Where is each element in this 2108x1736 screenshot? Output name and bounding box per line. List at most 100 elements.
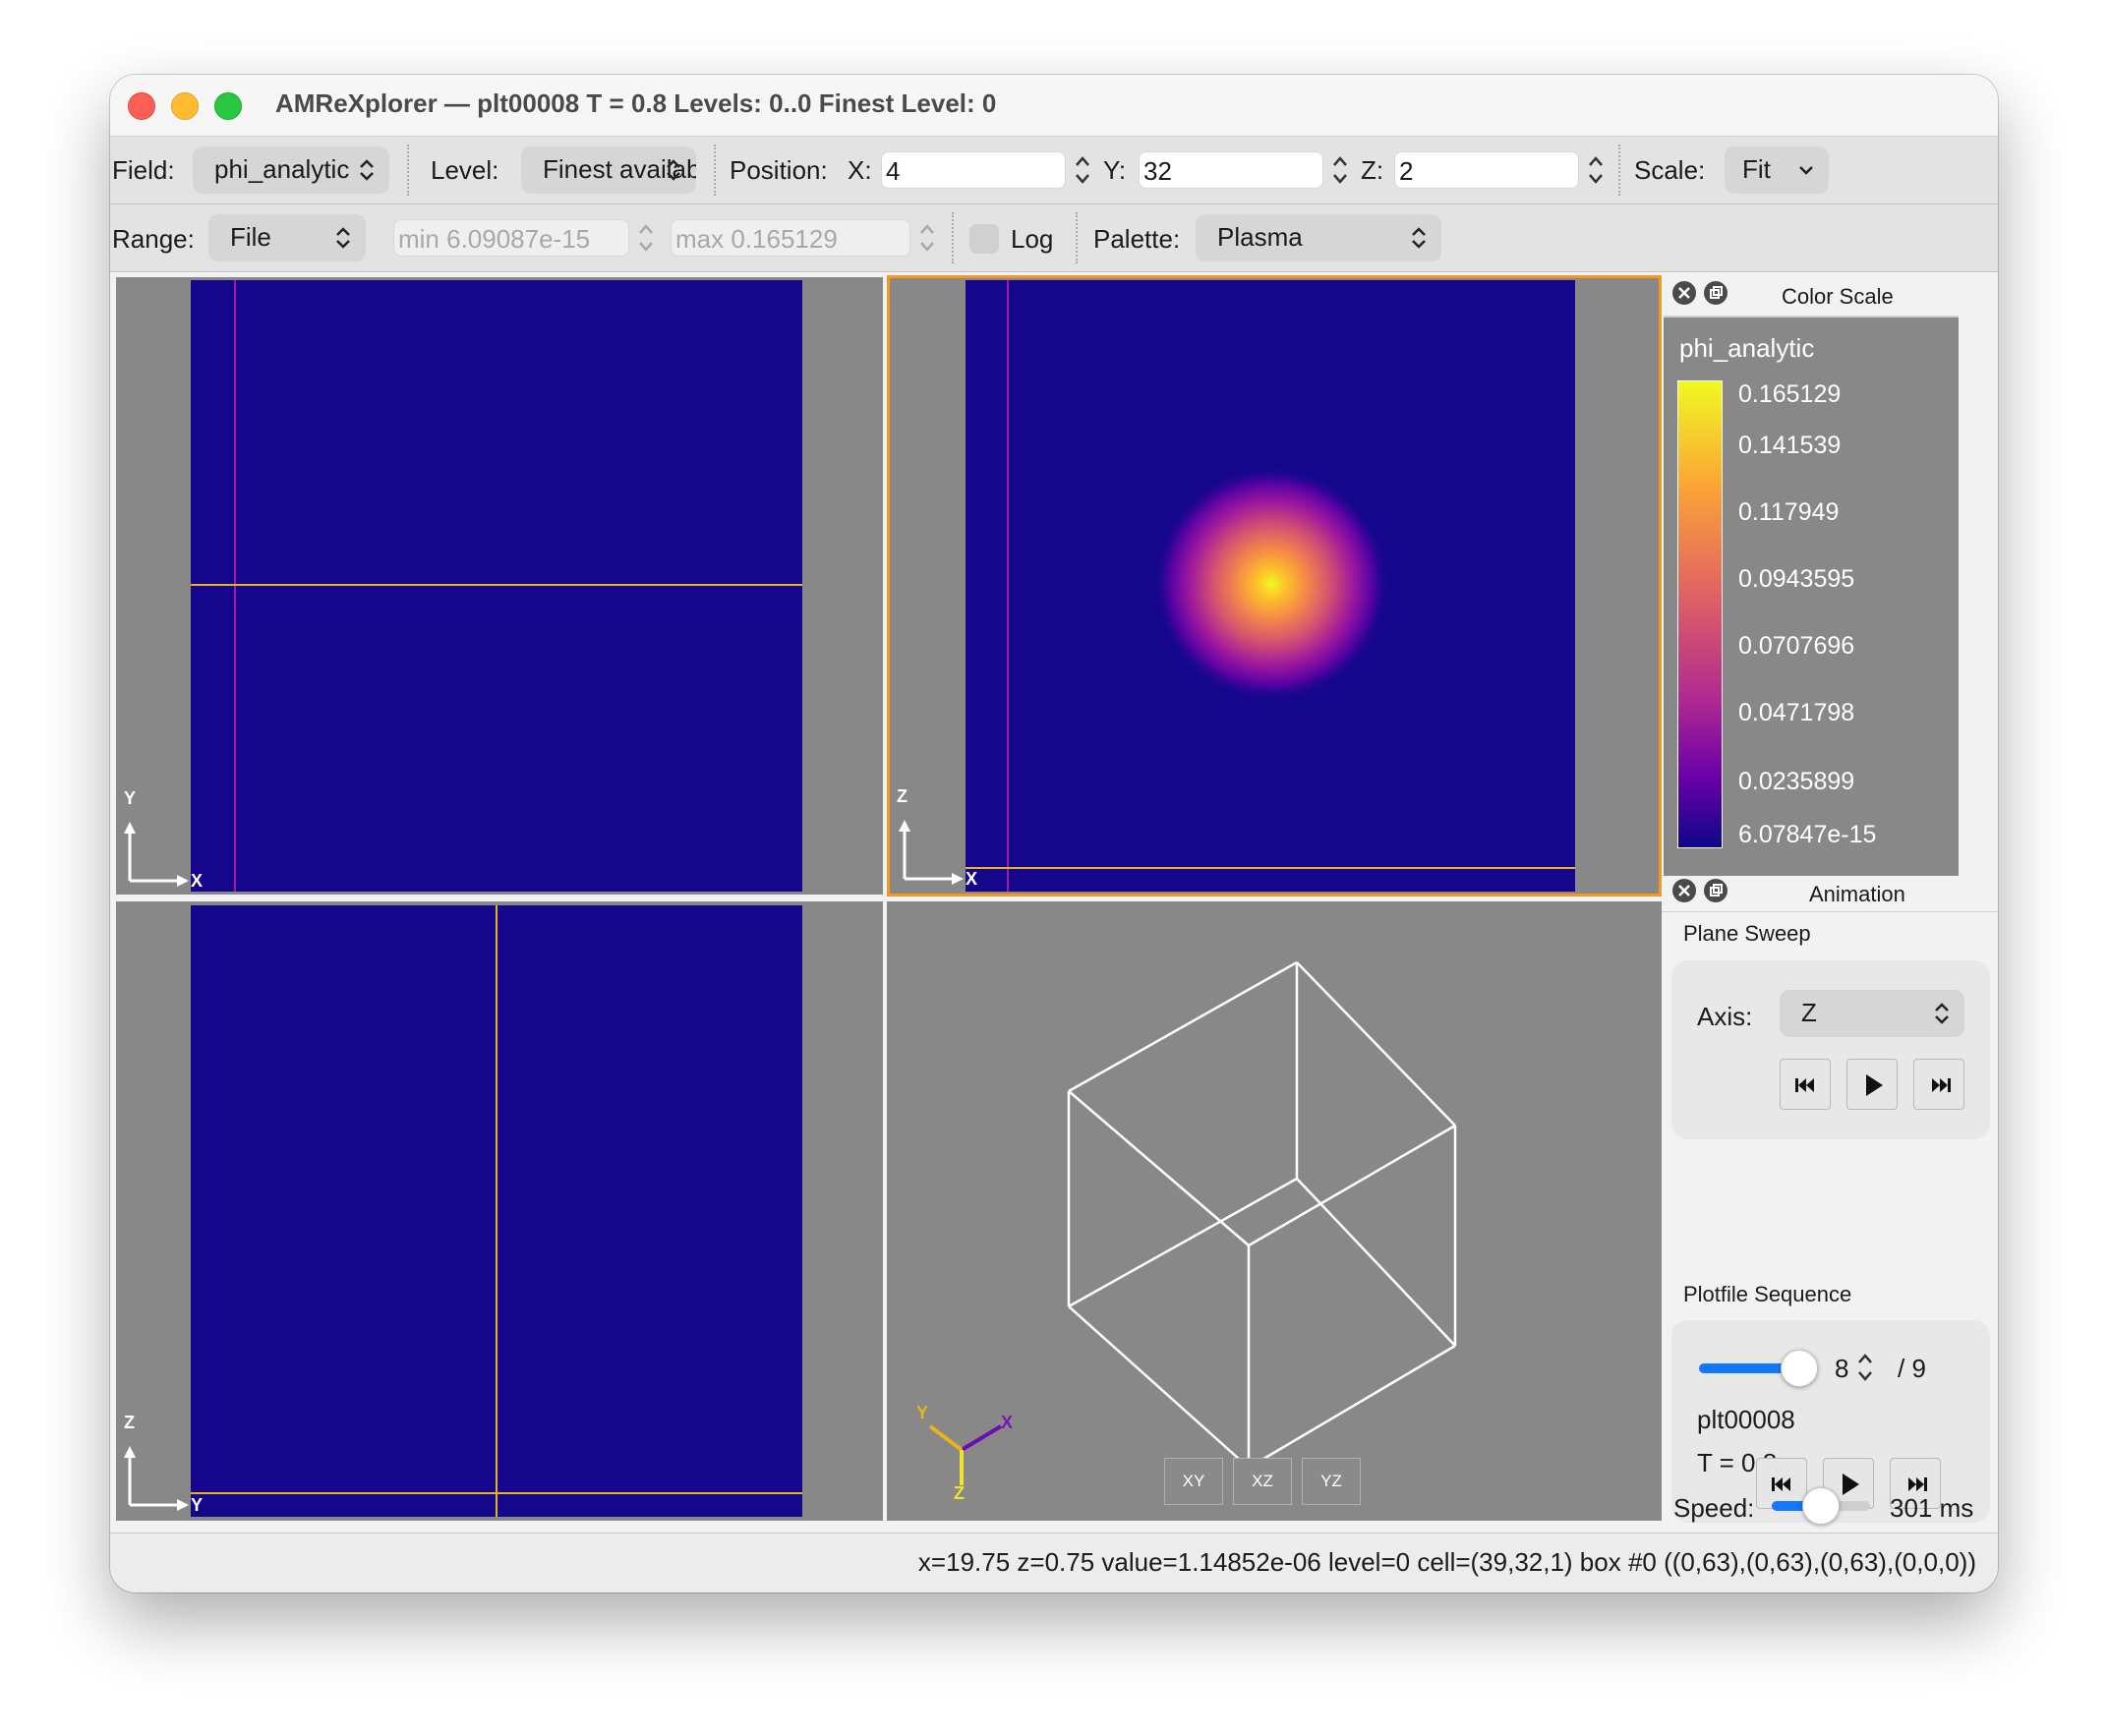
- x-position-line: [234, 280, 236, 892]
- position-z-input[interactable]: 2: [1394, 151, 1579, 189]
- minimize-window-button[interactable]: [171, 92, 199, 120]
- axis-label: Axis:: [1697, 1002, 1753, 1031]
- z-label: Z:: [1361, 155, 1384, 185]
- toolbar-separator: [952, 212, 954, 263]
- app-window: AMReXplorer — plt00008 T = 0.8 Levels: 0…: [110, 75, 1998, 1592]
- status-text: x=19.75 z=0.75 value=1.14852e-06 level=0…: [917, 1547, 1976, 1577]
- range-label: Range:: [112, 224, 195, 254]
- x-axis-label: X: [966, 869, 978, 889]
- color-bar: [1677, 380, 1723, 848]
- color-scale-dock-title: Color Scale: [1782, 284, 1894, 309]
- position-x-input[interactable]: 4: [881, 151, 1066, 189]
- plotfile-index-value[interactable]: 8: [1835, 1354, 1848, 1384]
- xz-slice-view[interactable]: Z X: [887, 275, 1662, 897]
- play-icon: [1866, 1074, 1883, 1096]
- sweep-skip-back-button[interactable]: [1780, 1059, 1831, 1110]
- palette-select-value: Plasma: [1217, 222, 1303, 252]
- z-stepper[interactable]: [1585, 150, 1607, 190]
- range-select[interactable]: File: [208, 214, 366, 261]
- xy-slice-view[interactable]: Y X: [116, 277, 883, 895]
- speed-label: Speed:: [1673, 1493, 1755, 1523]
- field-select[interactable]: phi_analytic: [193, 146, 389, 194]
- chevron-updown-icon: [360, 159, 374, 181]
- min-stepper[interactable]: [635, 218, 657, 258]
- color-scale-panel: phi_analytic 0.165129 0.141539 0.117949 …: [1664, 316, 1959, 876]
- max-stepper[interactable]: [916, 218, 938, 258]
- scale-select[interactable]: Fit: [1725, 146, 1829, 194]
- plotfile-sequence-label: Plotfile Sequence: [1683, 1282, 1852, 1306]
- x-position-line: [1007, 280, 1009, 892]
- log-checkbox[interactable]: [969, 224, 999, 254]
- range-min-input[interactable]: min 6.09087e-15: [393, 219, 629, 257]
- float-dock-icon[interactable]: [1703, 280, 1728, 306]
- yz-slice-view[interactable]: Z Y: [116, 901, 883, 1521]
- level-select[interactable]: Finest availabl: [521, 146, 696, 194]
- animation-dock-title: Animation: [1809, 882, 1905, 906]
- zoom-window-button[interactable]: [214, 92, 242, 120]
- plane-sweep-label: Plane Sweep: [1683, 921, 1811, 946]
- speed-value: 301 ms: [1890, 1493, 1974, 1523]
- level-label: Level:: [431, 155, 499, 185]
- yz-field-plot[interactable]: [191, 905, 802, 1517]
- y-crosshair-line: [191, 584, 802, 586]
- skip-back-icon: [1795, 1078, 1814, 1092]
- range-toolbar: Range: File min 6.09087e-15 max 0.165129…: [110, 204, 1998, 272]
- x-label: X:: [848, 155, 872, 185]
- color-tick: 0.0471798: [1738, 699, 1855, 726]
- sweep-play-button[interactable]: [1846, 1059, 1898, 1110]
- speed-slider-knob[interactable]: [1802, 1487, 1840, 1525]
- title-bar: AMReXplorer — plt00008 T = 0.8 Levels: 0…: [110, 75, 1998, 137]
- y-label: Y:: [1103, 155, 1127, 185]
- y-stepper[interactable]: [1329, 150, 1351, 190]
- plotfile-slider-knob[interactable]: [1780, 1350, 1818, 1387]
- z-axis-label: Z: [124, 1413, 135, 1432]
- close-dock-icon[interactable]: [1671, 280, 1697, 306]
- sweep-axis-value: Z: [1801, 998, 1817, 1027]
- xz-field-plot[interactable]: [966, 280, 1575, 892]
- palette-select[interactable]: Plasma: [1196, 214, 1441, 261]
- skip-forward-icon: [1932, 1078, 1951, 1092]
- x-stepper[interactable]: [1072, 150, 1093, 190]
- sweep-axis-select[interactable]: Z: [1780, 990, 1964, 1037]
- sweep-skip-forward-button[interactable]: [1913, 1059, 1964, 1110]
- three-d-view[interactable]: X Y Z XY XZ YZ: [887, 901, 1662, 1521]
- float-dock-icon[interactable]: [1703, 878, 1728, 903]
- y-axis-label: Y: [124, 788, 137, 808]
- x-axis-label: X: [191, 871, 204, 891]
- log-label: Log: [1011, 224, 1054, 254]
- orientation-triad: [928, 1424, 1003, 1485]
- view-xy-button[interactable]: XY: [1164, 1458, 1223, 1505]
- color-scale-dock-header: Color Scale: [1662, 276, 1998, 314]
- color-tick: 0.0235899: [1738, 768, 1855, 795]
- color-tick: 0.0943595: [1738, 565, 1855, 593]
- toolbar-separator: [1618, 145, 1620, 196]
- color-tick: 0.141539: [1738, 432, 1842, 459]
- main-content: Y X Z X Z Y X Y Z XY XZ YZ Color Scale p…: [110, 272, 1998, 1533]
- field-label: Field:: [112, 155, 175, 185]
- plotfile-slider[interactable]: [1699, 1350, 1818, 1387]
- range-select-value: File: [230, 222, 271, 252]
- main-toolbar: Field: phi_analytic Level: Finest availa…: [110, 137, 1998, 204]
- position-y-input[interactable]: 32: [1139, 151, 1323, 189]
- chevron-updown-icon: [1935, 1003, 1949, 1024]
- view-yz-button[interactable]: YZ: [1302, 1458, 1361, 1505]
- range-max-input[interactable]: max 0.165129: [671, 219, 910, 257]
- chevron-updown-icon: [667, 159, 680, 181]
- view-xz-button[interactable]: XZ: [1233, 1458, 1292, 1505]
- chevron-down-icon: [1799, 166, 1813, 175]
- palette-label: Palette:: [1093, 224, 1181, 254]
- xy-field-plot[interactable]: [191, 280, 802, 892]
- plotfile-total: / 9: [1898, 1354, 1926, 1383]
- plane-sweep-group: Axis: Z: [1671, 960, 1990, 1139]
- gaussian-blob: [1153, 466, 1389, 702]
- y-axis-label: Y: [191, 1495, 204, 1515]
- color-tick: 0.117949: [1738, 498, 1840, 526]
- speed-slider[interactable]: [1772, 1487, 1870, 1525]
- window-title: AMReXplorer — plt00008 T = 0.8 Levels: 0…: [275, 88, 997, 118]
- chevron-updown-icon: [336, 227, 350, 249]
- triad-x-label: X: [1001, 1413, 1014, 1432]
- plotfile-index-stepper[interactable]: [1854, 1348, 1876, 1387]
- close-window-button[interactable]: [128, 92, 155, 120]
- triad-y-label: Y: [916, 1403, 929, 1422]
- close-dock-icon[interactable]: [1671, 878, 1697, 903]
